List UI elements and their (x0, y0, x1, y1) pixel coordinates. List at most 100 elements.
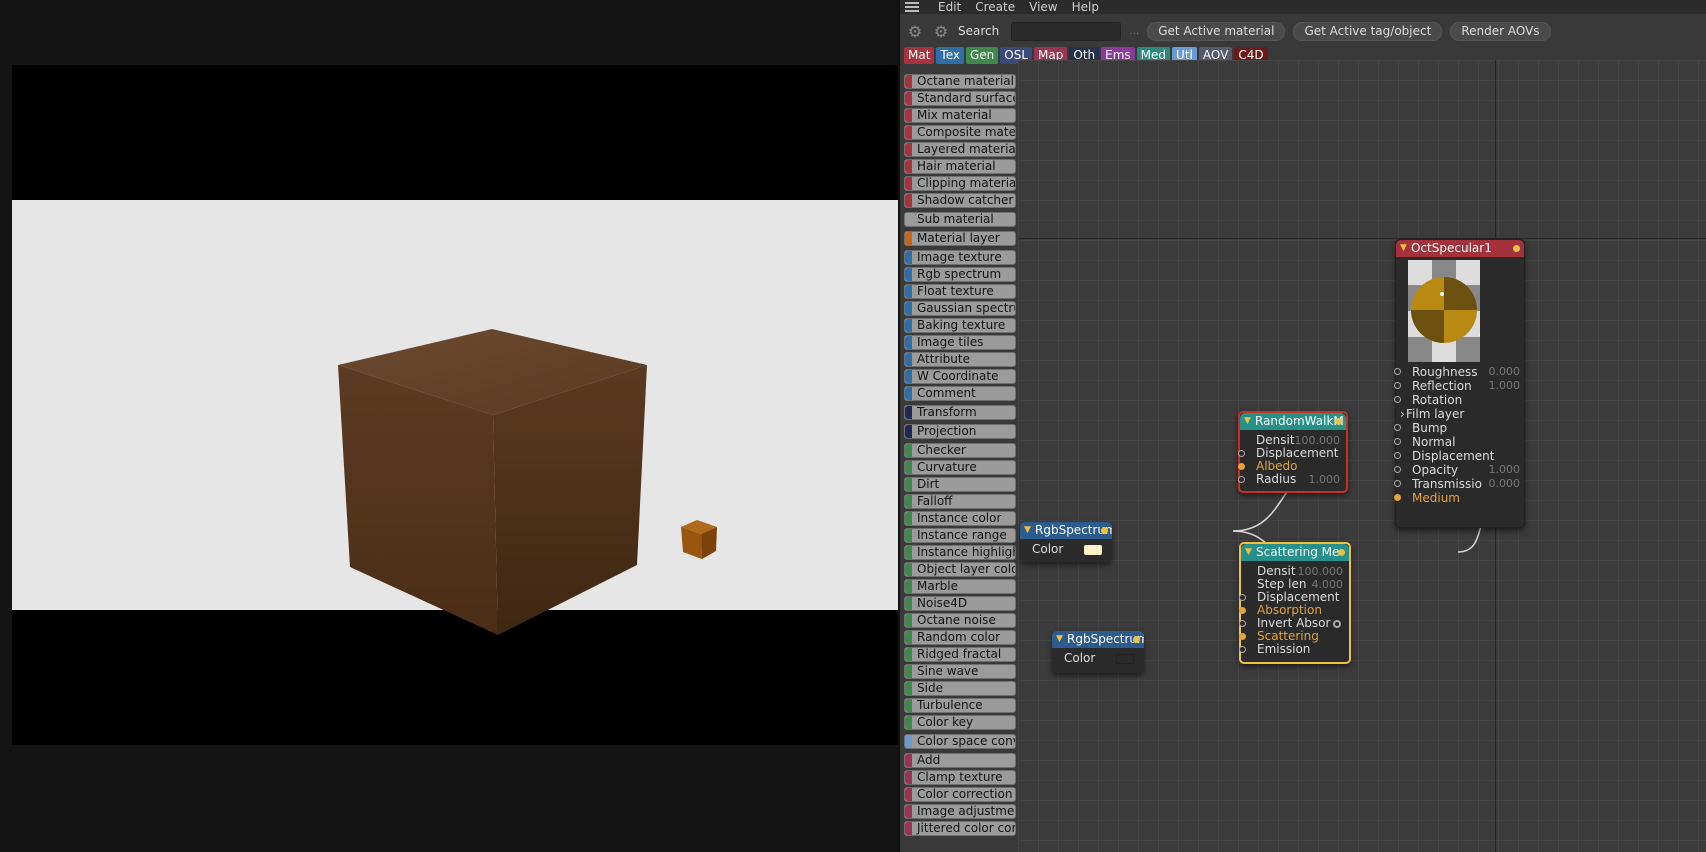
node-list-item[interactable]: Mix material (904, 108, 1016, 123)
node-list-item[interactable]: Color space conve (904, 734, 1016, 749)
pin-value[interactable]: 1.000 (1489, 379, 1521, 393)
pin-socket-icon[interactable] (1239, 607, 1246, 614)
category-tab-mat[interactable]: Mat (904, 47, 935, 64)
node-scattering-medium[interactable]: ▼ Scattering Me Densit 100.000 Step len 4.0… (1239, 542, 1351, 664)
node-list-item[interactable]: Attribute (904, 352, 1016, 367)
node-graph[interactable]: ▼ OctSpecular1 Roughness 0.000 Reflection 1… (1018, 60, 1706, 852)
pin-socket-icon[interactable] (1394, 424, 1401, 431)
node-pin[interactable]: Emission (1239, 643, 1349, 656)
node-pin[interactable]: Film layer › (1396, 407, 1526, 421)
pin-value[interactable]: 1.000 (1489, 463, 1521, 477)
node-pin[interactable]: Reflection 1.000 (1394, 379, 1526, 393)
node-list-item[interactable]: Side (904, 681, 1016, 696)
get-active-tag-object-button[interactable]: Get Active tag/object (1293, 21, 1443, 41)
color-swatch[interactable] (1116, 654, 1134, 664)
node-list-item[interactable]: Add (904, 753, 1016, 768)
output-pin[interactable] (1338, 549, 1345, 556)
node-list-item[interactable]: Gaussian spectrum (904, 301, 1016, 316)
node-list-item[interactable]: Noise4D (904, 596, 1016, 611)
node-list-item[interactable]: Instance highlight (904, 545, 1016, 560)
node-list-item[interactable]: Turbulence (904, 698, 1016, 713)
search-input[interactable] (1011, 21, 1122, 41)
node-pin[interactable]: Roughness 0.000 (1394, 365, 1526, 379)
node-list-item[interactable]: Dirt (904, 477, 1016, 492)
node-randomwalk[interactable]: ▼ RandomWalkM Densit 100.000 Displacement A… (1238, 411, 1348, 493)
output-pin[interactable] (1335, 418, 1342, 425)
node-pin[interactable]: Opacity 1.000 (1394, 463, 1526, 477)
pin-value[interactable]: 0.000 (1489, 365, 1521, 379)
node-list-item[interactable]: W Coordinate (904, 369, 1016, 384)
pin-socket-icon[interactable] (1239, 594, 1246, 601)
node-list-item[interactable]: Image texture (904, 250, 1016, 265)
pin-socket-icon[interactable] (1238, 476, 1245, 483)
pin-socket-icon[interactable] (1394, 466, 1401, 473)
get-active-material-button[interactable]: Get Active material (1147, 21, 1286, 41)
pin-socket-icon[interactable] (1394, 452, 1401, 459)
node-list-item[interactable]: Marble (904, 579, 1016, 594)
pin-socket-icon[interactable] (1239, 620, 1246, 627)
node-rgbspectrum-1[interactable]: ▼ RgbSpectrum Color (1020, 522, 1112, 562)
node-list-item[interactable]: Composite material (904, 125, 1016, 140)
node-list-item[interactable]: Image adjustment (904, 804, 1016, 819)
color-swatch[interactable] (1084, 545, 1102, 555)
pin-socket-icon[interactable] (1394, 368, 1401, 375)
pin-socket-icon[interactable] (1238, 450, 1245, 457)
pin-value[interactable]: 0.000 (1489, 477, 1521, 491)
pin-socket-icon[interactable] (1394, 382, 1401, 389)
node-list-item[interactable]: Object layer color (904, 562, 1016, 577)
node-list-item[interactable]: Ridged fractal (904, 647, 1016, 662)
node-list-item[interactable]: Rgb spectrum (904, 267, 1016, 282)
node-list-item[interactable]: Transform (904, 405, 1016, 420)
node-list-item[interactable]: Hair material (904, 159, 1016, 174)
node-pin[interactable]: Radius 1.000 (1238, 473, 1346, 486)
node-list-item[interactable]: Shadow catcher m (904, 193, 1016, 208)
node-list-item[interactable]: Random color (904, 630, 1016, 645)
pin-socket-icon[interactable] (1394, 480, 1401, 487)
pin-socket-icon[interactable] (1238, 463, 1245, 470)
node-list-item[interactable]: Baking texture (904, 318, 1016, 333)
collapse-triangle-icon[interactable]: ▼ (1400, 240, 1407, 257)
node-list-item[interactable]: Image tiles (904, 335, 1016, 350)
node-list-item[interactable]: Checker (904, 443, 1016, 458)
node-list-item[interactable]: Layered material (904, 142, 1016, 157)
node-list-item[interactable]: Comment (904, 386, 1016, 401)
node-list-item[interactable]: Sub material (904, 212, 1016, 227)
node-list-item[interactable]: Clipping material (904, 176, 1016, 191)
collapse-triangle-icon[interactable]: ▼ (1056, 631, 1063, 648)
node-list-item[interactable]: Octane material (904, 74, 1016, 89)
node-pin[interactable]: Rotation (1394, 393, 1526, 407)
output-pin[interactable] (1513, 245, 1520, 252)
pin-value[interactable]: 1.000 (1309, 473, 1341, 486)
menu-help[interactable]: Help (1072, 0, 1099, 14)
hamburger-menu-icon[interactable] (900, 2, 924, 12)
pin-socket-icon[interactable] (1394, 396, 1401, 403)
node-list-item[interactable]: Clamp texture (904, 770, 1016, 785)
node-list-item[interactable]: Standard surface (904, 91, 1016, 106)
toggle-checkbox[interactable] (1333, 620, 1341, 628)
node-list-item[interactable]: Instance color (904, 511, 1016, 526)
render-view[interactable] (12, 65, 898, 745)
node-list-item[interactable]: Jittered color corre (904, 821, 1016, 836)
link-gear-icon[interactable]: ⚙ (930, 20, 952, 42)
node-pin[interactable]: Displacement (1394, 449, 1526, 463)
pin-socket-icon[interactable] (1239, 646, 1246, 653)
output-pin[interactable] (1133, 636, 1140, 643)
node-list-item[interactable]: Falloff (904, 494, 1016, 509)
node-pin[interactable]: Bump (1394, 421, 1526, 435)
node-octspecular[interactable]: ▼ OctSpecular1 Roughness 0.000 Reflection 1… (1394, 239, 1526, 528)
render-aovs-button[interactable]: Render AOVs (1450, 21, 1551, 41)
node-list-item[interactable]: Curvature (904, 460, 1016, 475)
pin-socket-icon[interactable] (1239, 633, 1246, 640)
node-list-item[interactable]: Float texture (904, 284, 1016, 299)
node-list-item[interactable]: Instance range (904, 528, 1016, 543)
collapse-triangle-icon[interactable]: ▼ (1024, 522, 1031, 539)
pin-socket-icon[interactable] (1394, 438, 1401, 445)
node-list-item[interactable]: Color correction (904, 787, 1016, 802)
node-list-item[interactable]: Projection (904, 424, 1016, 439)
output-pin[interactable] (1101, 527, 1108, 534)
collapse-triangle-icon[interactable]: ▼ (1245, 544, 1252, 561)
node-list-item[interactable]: Material layer (904, 231, 1016, 246)
category-tab-tex[interactable]: Tex (936, 47, 964, 64)
node-list-item[interactable]: Sine wave (904, 664, 1016, 679)
gear-icon[interactable]: ⚙ (904, 20, 926, 42)
